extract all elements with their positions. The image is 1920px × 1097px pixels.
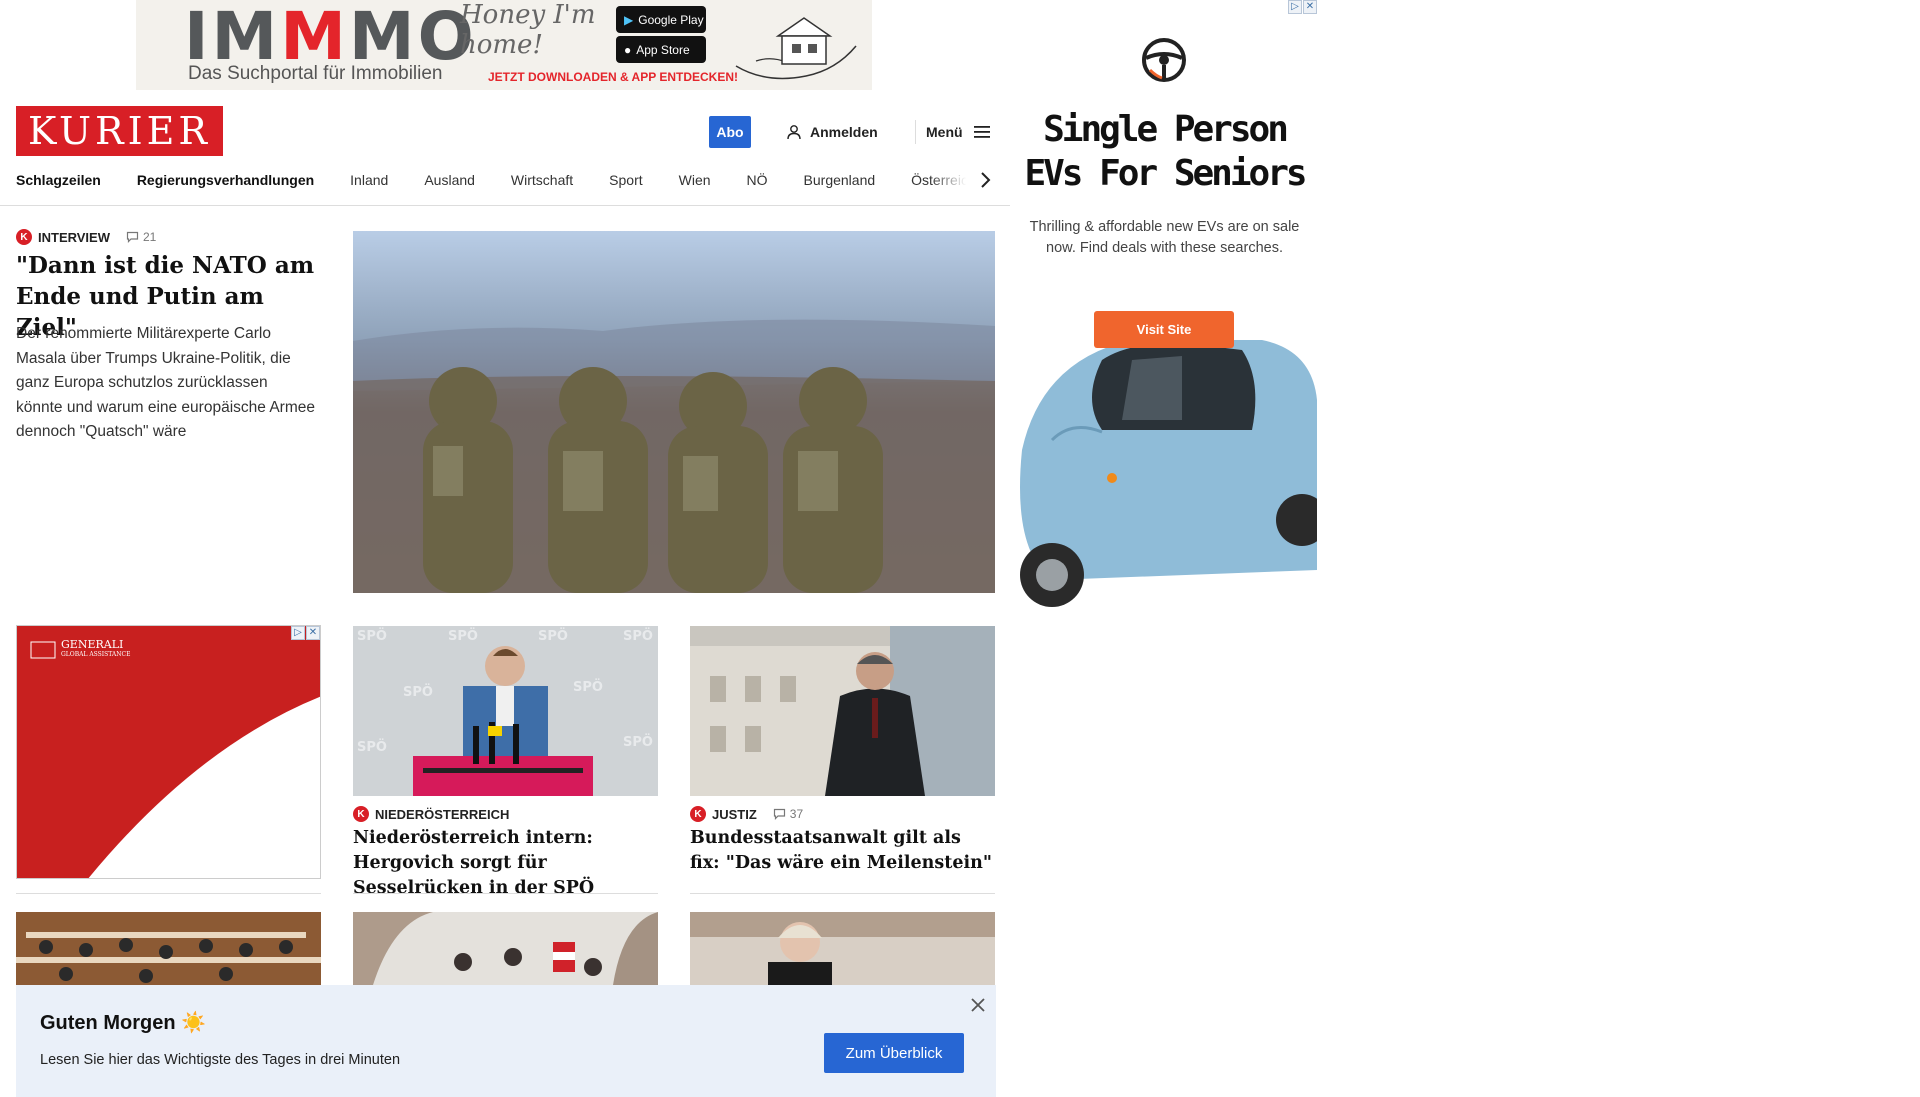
kurier-logo[interactable]: KURIER <box>16 106 223 156</box>
celebration-photo <box>353 912 658 985</box>
comment-icon <box>773 808 785 820</box>
svg-text:SPÖ: SPÖ <box>448 628 478 644</box>
google-play-badge[interactable]: ▶ Google Play <box>616 6 706 33</box>
card-image-parliament[interactable] <box>16 912 321 985</box>
woman-portrait-photo <box>690 912 995 985</box>
lead-comment-count: 21 <box>143 230 157 244</box>
nav-divider <box>0 205 1010 206</box>
card-image-celebration[interactable] <box>353 912 658 985</box>
man-in-front-of-palace-photo <box>690 626 995 796</box>
house-hand-illustration <box>735 17 857 80</box>
press-conference-photo: SPÖ SPÖ SPÖ SPÖ SPÖ SPÖ SPÖ SPÖ <box>353 626 658 796</box>
electric-car-image <box>1020 340 1317 607</box>
section-nav: Schlagzeilen Regierungsverhandlungen Inl… <box>16 166 996 194</box>
app-store-badge[interactable]: ● App Store <box>616 36 706 63</box>
ad-subtitle: Das Suchportal für Immobilien <box>188 63 443 84</box>
header-divider <box>915 120 916 144</box>
svg-text:SPÖ: SPÖ <box>623 628 653 644</box>
steering-wheel-icon <box>1142 38 1186 82</box>
kurier-k-icon: K <box>16 229 32 245</box>
svg-text:SPÖ: SPÖ <box>538 628 568 644</box>
adchoices[interactable]: ▷ ✕ <box>291 626 320 640</box>
card-meta-1: K NIEDERÖSTERREICH <box>353 806 509 822</box>
card-comments[interactable]: 37 <box>773 807 803 821</box>
ev-ad[interactable]: Single Person EVs For Seniors Thrilling … <box>1012 0 1317 610</box>
nav-item-wien[interactable]: Wien <box>679 172 711 188</box>
lead-comments[interactable]: 21 <box>126 230 156 244</box>
comment-icon <box>126 231 139 243</box>
card-meta-2: K JUSTIZ 37 <box>690 806 803 822</box>
card-comment-count: 37 <box>789 807 804 821</box>
row-divider <box>353 893 658 894</box>
login-label: Anmelden <box>810 124 878 140</box>
card-headline[interactable]: Bundesstaatsanwalt gilt als fix: "Das wä… <box>690 826 995 876</box>
svg-text:SPÖ: SPÖ <box>357 739 387 755</box>
nav-item-regierungsverhandlungen[interactable]: Regierungsverhandlungen <box>137 172 314 188</box>
card-headline[interactable]: Niederösterreich intern: Hergovich sorgt… <box>353 826 658 901</box>
adchoices-icon[interactable]: ▷ <box>291 626 305 640</box>
nav-item-ausland[interactable]: Ausland <box>424 172 475 188</box>
generali-subline: GLOBAL ASSISTANCE <box>61 651 131 658</box>
adchoices-icon[interactable]: ▷ <box>1288 0 1302 14</box>
hamburger-icon <box>973 126 990 138</box>
parliament-photo <box>16 912 321 985</box>
card-category[interactable]: JUSTIZ <box>712 807 757 822</box>
banner-title: Guten Morgen ☀️ <box>40 1012 207 1034</box>
overview-button[interactable]: Zum Überblick <box>824 1033 964 1073</box>
adchoices[interactable]: ▷ ✕ <box>1288 0 1317 14</box>
menu-label: Menü <box>926 124 963 140</box>
apple-icon: ● <box>624 42 632 57</box>
soldiers-photo <box>353 231 995 593</box>
chevron-right-icon[interactable] <box>976 168 996 192</box>
generali-brand: GENERALI <box>61 638 124 651</box>
nav-item-noe[interactable]: NÖ <box>747 172 768 188</box>
card-category[interactable]: NIEDERÖSTERREICH <box>375 807 509 822</box>
banner-text: Lesen Sie hier das Wichtigste des Tages … <box>40 1052 401 1068</box>
nav-item-schlagzeilen[interactable]: Schlagzeilen <box>16 172 101 188</box>
close-icon[interactable] <box>968 995 988 1015</box>
ad-slogan: Honey I'm home! <box>460 0 596 60</box>
kurier-k-icon: K <box>353 806 369 822</box>
lead-teaser[interactable]: Der renommierte Militärexperte Carlo Mas… <box>16 322 316 445</box>
lead-meta: K INTERVIEW 21 <box>16 229 156 245</box>
app-store-label: App Store <box>636 42 690 57</box>
lead-image-soldiers[interactable] <box>353 231 995 593</box>
menu-button[interactable]: Menü <box>926 121 991 143</box>
google-play-label: Google Play <box>638 12 704 27</box>
card-image-woman[interactable] <box>690 912 995 985</box>
play-icon: ▶ <box>624 12 634 27</box>
top-ad-banner[interactable]: IMMMO Das Suchportal für Immobilien Hone… <box>136 0 872 90</box>
row-divider <box>16 893 321 894</box>
generali-ad[interactable]: GENERALI GLOBAL ASSISTANCE ▷ ✕ <box>16 625 321 879</box>
user-icon <box>787 125 801 140</box>
generali-logo: GENERALI GLOBAL ASSISTANCE <box>61 638 131 660</box>
close-icon[interactable]: ✕ <box>1303 0 1317 14</box>
nav-item-wirtschaft[interactable]: Wirtschaft <box>511 172 573 188</box>
generali-ad-graphic <box>17 626 320 878</box>
svg-text:SPÖ: SPÖ <box>623 734 653 750</box>
svg-text:SPÖ: SPÖ <box>357 628 387 644</box>
lead-category[interactable]: INTERVIEW <box>38 230 110 245</box>
close-icon[interactable]: ✕ <box>306 626 320 640</box>
immmo-logo: IMMMO <box>184 2 477 72</box>
login-button[interactable]: Anmelden <box>786 121 878 143</box>
ad-cta: JETZT DOWNLOADEN & APP ENTDECKEN! <box>488 70 739 84</box>
nav-item-inland[interactable]: Inland <box>350 172 388 188</box>
visit-site-button[interactable]: Visit Site <box>1094 311 1234 348</box>
svg-text:SPÖ: SPÖ <box>403 684 433 700</box>
nav-item-burgenland[interactable]: Burgenland <box>804 172 876 188</box>
ad-copy: Thrilling & affordable new EVs are on sa… <box>1029 219 1300 256</box>
kurier-k-icon: K <box>690 806 706 822</box>
ad-headline: Single Person EVs For Seniors <box>1024 109 1307 194</box>
abo-button[interactable]: Abo <box>709 116 751 148</box>
card-image-spoe[interactable]: SPÖ SPÖ SPÖ SPÖ SPÖ SPÖ SPÖ SPÖ <box>353 626 658 796</box>
nav-item-sport[interactable]: Sport <box>609 172 642 188</box>
row-divider <box>690 893 995 894</box>
card-image-justiz[interactable] <box>690 626 995 796</box>
svg-text:SPÖ: SPÖ <box>573 679 603 695</box>
